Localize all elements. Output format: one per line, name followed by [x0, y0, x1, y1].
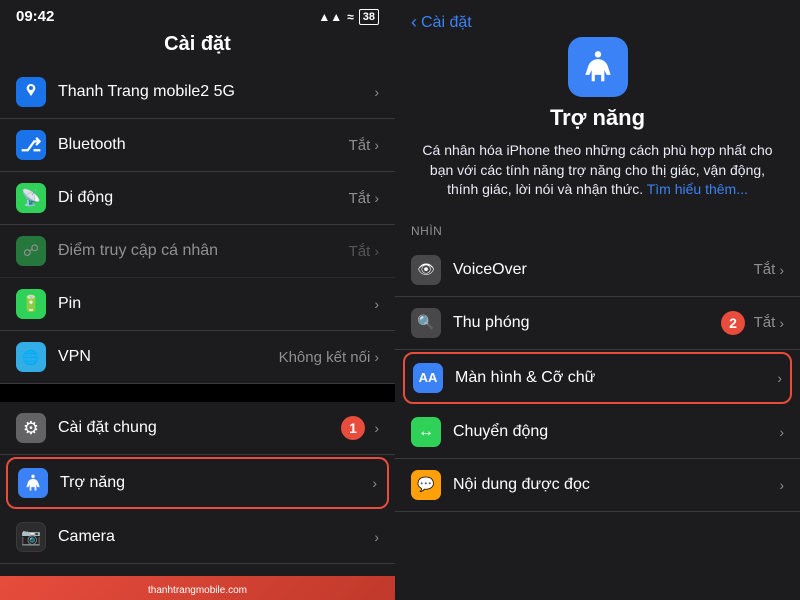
chevron-icon: › — [374, 296, 379, 312]
left-panel: 09:42 ▲▲ ≈ 38 Cài đặt Thanh Trang mobile… — [0, 0, 395, 600]
accessibility-icon-container — [568, 37, 628, 97]
watermark-line1: thanhtrangmobile — [148, 585, 225, 596]
left-header: Cài đặt — [0, 29, 395, 66]
vpn-icon: 🌐 — [16, 342, 46, 372]
settings-item-pin[interactable]: 🔋 Pin › — [0, 278, 395, 331]
settings-item-diemTruy[interactable]: ☍ Điểm truy cập cá nhân Tắt › — [0, 225, 395, 278]
thanhtrang-label: Thanh Trang mobile2 5G — [58, 83, 374, 101]
right-item-noiDung[interactable]: 💬 Nội dung được đọc › — [395, 459, 800, 512]
chevron-icon: › — [777, 370, 782, 386]
chevron-icon: › — [779, 424, 784, 440]
chevron-icon: › — [374, 349, 379, 365]
diemTruy-value: Tắt — [349, 243, 371, 260]
back-nav[interactable]: ‹ Cài đặt — [395, 0, 800, 37]
settings-item-thanhtrang[interactable]: Thanh Trang mobile2 5G › — [0, 66, 395, 119]
troNang-label: Trợ năng — [60, 474, 372, 492]
status-bar: 09:42 ▲▲ ≈ 38 — [0, 0, 395, 29]
accessibility-symbol-icon — [579, 48, 617, 86]
diemTruy-icon: ☍ — [16, 236, 46, 266]
diDong-value: Tắt — [349, 190, 371, 207]
thuPhong-icon: 🔍 — [411, 308, 441, 338]
chevron-icon: › — [779, 262, 784, 278]
pin-icon: 🔋 — [16, 289, 46, 319]
back-arrow-icon: ‹ — [411, 12, 417, 33]
caiDatChung-icon: ⚙ — [16, 413, 46, 443]
battery-icon: 38 — [359, 9, 379, 25]
settings-list: Thanh Trang mobile2 5G › ⎇ Bluetooth Tắt… — [0, 66, 395, 600]
settings-item-camera[interactable]: 📷 Camera › — [0, 511, 395, 564]
bluetooth-icon: ⎇ — [16, 130, 46, 160]
section-divider — [0, 384, 395, 402]
signal-icon: ▲▲ — [318, 10, 342, 24]
chuyenDong-label: Chuyển động — [453, 423, 779, 441]
right-content: Trợ năng Cá nhân hóa iPhone theo những c… — [395, 37, 800, 210]
noiDung-label: Nội dung được đọc — [453, 476, 779, 494]
watermark-line2: .com — [225, 585, 247, 596]
right-item-voiceover[interactable]: 👁 VoiceOver Tắt › — [395, 244, 800, 297]
voiceover-value: Tắt — [754, 261, 776, 278]
vpn-label: VPN — [58, 348, 279, 366]
time: 09:42 — [16, 8, 54, 25]
thuPhong-label: Thu phóng — [453, 314, 754, 332]
right-list: 👁 VoiceOver Tắt › 🔍 Thu phóng 2 Tắt › AA… — [395, 244, 800, 600]
manHinh-label: Màn hình & Cỡ chữ — [455, 369, 777, 387]
chuyenDong-icon: ↔ — [411, 417, 441, 447]
diemTruy-label: Điểm truy cập cá nhân — [58, 242, 349, 260]
voiceover-label: VoiceOver — [453, 261, 754, 279]
right-item-manHinh[interactable]: AA Màn hình & Cỡ chữ › — [403, 352, 792, 404]
chevron-icon: › — [374, 529, 379, 545]
troNang-icon — [18, 468, 48, 498]
wifi-icon: ≈ — [347, 10, 354, 24]
diDong-icon: 📡 — [16, 183, 46, 213]
chevron-icon: › — [374, 190, 379, 206]
badge-2: 2 — [721, 311, 745, 335]
chevron-icon: › — [374, 84, 379, 100]
bluetooth-label: Bluetooth — [58, 136, 349, 154]
chevron-icon: › — [374, 137, 379, 153]
settings-item-bluetooth[interactable]: ⎇ Bluetooth Tắt › — [0, 119, 395, 172]
right-item-chuyenDong[interactable]: ↔ Chuyển động › — [395, 406, 800, 459]
chevron-icon: › — [779, 477, 784, 493]
chevron-icon: › — [779, 315, 784, 331]
settings-item-diDong[interactable]: 📡 Di động Tắt › — [0, 172, 395, 225]
back-label: Cài đặt — [421, 14, 472, 32]
chevron-icon: › — [372, 475, 377, 491]
pin-label: Pin — [58, 295, 374, 313]
caiDatChung-label: Cài đặt chung — [58, 419, 374, 437]
settings-item-troNang[interactable]: Trợ năng › — [6, 457, 389, 509]
right-item-thuPhong[interactable]: 🔍 Thu phóng 2 Tắt › — [395, 297, 800, 350]
right-description: Cá nhân hóa iPhone theo những cách phù h… — [415, 141, 780, 200]
badge-1: 1 — [341, 416, 365, 440]
section-header-nhin: NHÌN — [395, 210, 800, 244]
thanhtrang-icon — [16, 77, 46, 107]
learn-more-link[interactable]: Tìm hiểu thêm... — [647, 181, 748, 197]
manHinh-icon: AA — [413, 363, 443, 393]
watermark: thanhtrangmobile.com — [0, 576, 395, 600]
diDong-label: Di động — [58, 189, 349, 207]
voiceover-icon: 👁 — [411, 255, 441, 285]
right-title: Trợ năng — [550, 105, 645, 131]
camera-label: Camera — [58, 528, 374, 546]
noiDung-icon: 💬 — [411, 470, 441, 500]
right-panel: ‹ Cài đặt Trợ năng Cá nhân hóa iPhone th… — [395, 0, 800, 600]
camera-icon: 📷 — [16, 522, 46, 552]
chevron-icon: › — [374, 243, 379, 259]
vpn-value: Không kết nối — [279, 349, 371, 366]
settings-item-caiDatChung[interactable]: ⚙ Cài đặt chung 1 › — [0, 402, 395, 455]
bluetooth-value: Tắt — [349, 137, 371, 154]
settings-item-vpn[interactable]: 🌐 VPN Không kết nối › — [0, 331, 395, 384]
status-icons: ▲▲ ≈ 38 — [318, 9, 379, 25]
thuPhong-value: Tắt — [754, 314, 776, 331]
chevron-icon: › — [374, 420, 379, 436]
